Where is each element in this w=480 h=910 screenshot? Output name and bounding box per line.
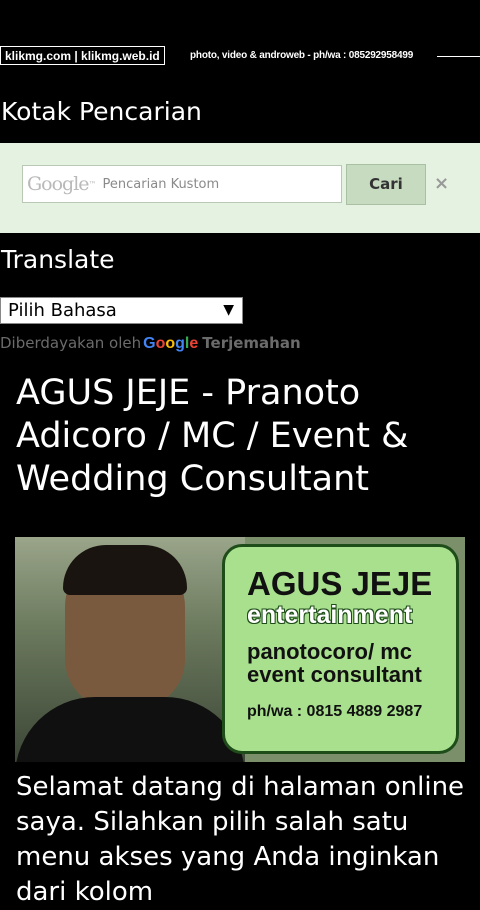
site-header: klikmg.com | klikmg.web.id photo, video … <box>0 44 480 70</box>
welcome-text: Selamat datang di halaman online saya. S… <box>16 772 465 907</box>
google-watermark: Google <box>27 173 90 195</box>
search-button[interactable]: Cari <box>346 164 426 205</box>
banner-role-line2: event consultant <box>247 662 422 687</box>
banner-role: panotocoro/ mc event consultant <box>247 640 422 686</box>
banner-name: AGUS JEJE <box>247 565 433 602</box>
banner-role-line1: panotocoro/ mc <box>247 639 413 664</box>
site-tagline: photo, video & androweb - ph/wa : 085292… <box>190 50 414 61</box>
trademark-mark: ™ <box>88 179 97 189</box>
language-select-value: Pilih Bahasa <box>8 300 117 321</box>
portrait-hair <box>63 545 187 595</box>
translate-section-title: Translate <box>1 245 115 274</box>
chevron-down-icon: ▼ <box>223 302 234 318</box>
site-links[interactable]: klikmg.com | klikmg.web.id <box>0 46 165 65</box>
search-section-title: Kotak Pencarian <box>1 97 202 126</box>
powered-by-google-translate: Diberdayakan oleh Google Terjemahan <box>0 334 301 353</box>
close-icon[interactable]: × <box>434 173 449 195</box>
profile-banner: AGUS JEJE entertainment panotocoro/ mc e… <box>15 537 465 762</box>
custom-search-box: Google ™ Pencarian Kustom Cari × <box>0 143 480 233</box>
header-divider <box>437 56 480 57</box>
language-select[interactable]: Pilih Bahasa ▼ <box>0 297 243 324</box>
translate-link[interactable]: Terjemahan <box>202 334 300 352</box>
search-placeholder: Pencarian Kustom <box>102 176 220 192</box>
powered-prefix: Diberdayakan oleh <box>0 334 142 352</box>
google-logo[interactable]: Google <box>143 335 198 352</box>
banner-phone: ph/wa : 0815 4889 2987 <box>247 703 423 720</box>
search-input[interactable]: Google ™ Pencarian Kustom <box>22 165 342 203</box>
banner-brand: entertainment <box>247 601 413 629</box>
banner-card: AGUS JEJE entertainment panotocoro/ mc e… <box>222 544 459 754</box>
post-title: AGUS JEJE - Pranoto Adicoro / MC / Event… <box>16 373 409 499</box>
